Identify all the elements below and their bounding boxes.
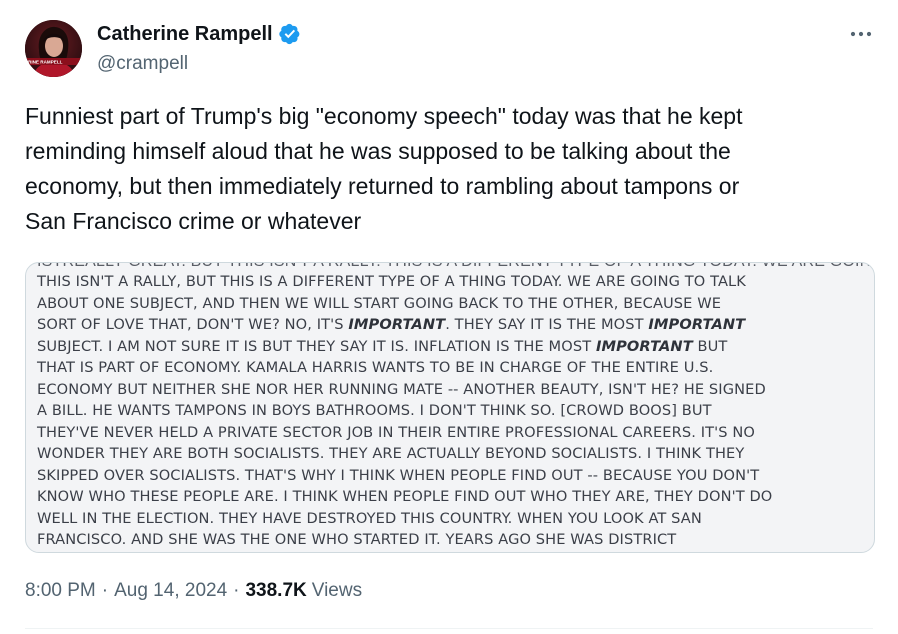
transcript-segment: SORT OF LOVE THAT, DON'T WE? NO, IT'S (37, 316, 349, 333)
transcript-text: THIS ISN'T A RALLY, BUT THIS IS A DIFFER… (37, 271, 867, 551)
author-name[interactable]: Catherine Rampell (97, 21, 273, 47)
avatar[interactable]: RINE RAMPELL (25, 20, 82, 77)
transcript-segment: SUBJECT. I AM NOT SURE IT IS BUT THEY SA… (37, 337, 596, 355)
meta-separator: · (233, 580, 240, 601)
transcript-line: ECONOMY BUT NEITHER SHE NOR HER RUNNING … (37, 379, 867, 401)
transcript-segment: WONDER THEY ARE BOTH SOCIALISTS. THEY AR… (37, 445, 745, 462)
transcript-segment: BUT (692, 337, 728, 355)
transcript-segment: SKIPPED OVER SOCIALISTS. THAT'S WHY I TH… (37, 466, 760, 484)
transcript-segment: FRANCISCO. AND SHE WAS THE ONE WHO START… (37, 531, 677, 548)
author-handle[interactable]: @crampell (97, 51, 301, 77)
tweet-time[interactable]: 8:00 PM (25, 580, 96, 602)
transcript-line: SUBJECT. I AM NOT SURE IT IS BUT THEY SA… (37, 336, 867, 358)
divider (25, 628, 873, 629)
transcript-segment: THEY'VE NEVER HELD A PRIVATE SECTOR JOB … (37, 423, 755, 441)
tweet-meta: 8:00 PM · Aug 14, 2024 · 338.7K Views (25, 580, 362, 602)
transcript-line: SKIPPED OVER SOCIALISTS. THAT'S WHY I TH… (37, 465, 867, 487)
transcript-segment: KNOW WHO THESE PEOPLE ARE. I THINK WHEN … (37, 488, 773, 505)
transcript-line: FRANCISCO. AND SHE WAS THE ONE WHO START… (37, 529, 867, 551)
more-options-button[interactable] (846, 20, 876, 48)
views-count: 338.7K (245, 580, 307, 601)
transcript-segment: ECONOMY BUT NEITHER SHE NOR HER RUNNING … (37, 380, 766, 398)
transcript-segment: THIS ISN'T A RALLY, BUT THIS IS A DIFFER… (37, 273, 746, 290)
verified-badge-icon[interactable] (278, 23, 301, 45)
name-row: Catherine Rampell (97, 21, 301, 47)
avatar-caption: RINE RAMPELL (28, 60, 63, 65)
transcript-line: THAT IS PART OF ECONOMY. KAMALA HARRIS W… (37, 357, 867, 379)
transcript-segment: . THEY SAY IT IS THE MOST (445, 316, 649, 333)
views-label: Views (311, 580, 363, 601)
tweet-date[interactable]: Aug 14, 2024 (114, 580, 227, 602)
transcript-segment: THAT IS PART OF ECONOMY. KAMALA HARRIS W… (37, 359, 714, 376)
transcript-emphasis: IMPORTANT (595, 337, 693, 355)
transcript-emphasis: IMPORTANT (348, 316, 446, 333)
transcript-segment: ABOUT ONE SUBJECT, AND THEN WE WILL STAR… (37, 294, 722, 312)
more-horizontal-icon (850, 31, 872, 37)
transcript-line: A BILL. HE WANTS TAMPONS IN BOYS BATHROO… (37, 400, 867, 422)
transcript-segment: A BILL. HE WANTS TAMPONS IN BOYS BATHROO… (37, 402, 712, 419)
tweet-text: Funniest part of Trump's big "economy sp… (25, 103, 743, 234)
transcript-line: WELL IN THE ELECTION. THEY HAVE DESTROYE… (37, 508, 867, 530)
meta-separator: · (101, 580, 109, 601)
transcript-line: THIS ISN'T A RALLY, BUT THIS IS A DIFFER… (37, 271, 867, 293)
transcript-line: THEY'VE NEVER HELD A PRIVATE SECTOR JOB … (37, 422, 867, 444)
transcript-segment: WELL IN THE ELECTION. THEY HAVE DESTROYE… (37, 509, 702, 527)
transcript-line: ABOUT ONE SUBJECT, AND THEN WE WILL STAR… (37, 293, 867, 315)
transcript-line: SORT OF LOVE THAT, DON'T WE? NO, IT'S IM… (37, 314, 867, 336)
author-block: Catherine Rampell @crampell (97, 21, 301, 77)
avatar-image: RINE RAMPELL (25, 20, 82, 77)
transcript-emphasis: IMPORTANT (648, 316, 746, 333)
tweet-media-image[interactable]: ISTREALLY GREAT. BUT THIS ISN'T A RALLY.… (25, 262, 875, 553)
transcript-line: WONDER THEY ARE BOTH SOCIALISTS. THEY AR… (37, 443, 867, 465)
transcript-line: KNOW WHO THESE PEOPLE ARE. I THINK WHEN … (37, 486, 867, 508)
